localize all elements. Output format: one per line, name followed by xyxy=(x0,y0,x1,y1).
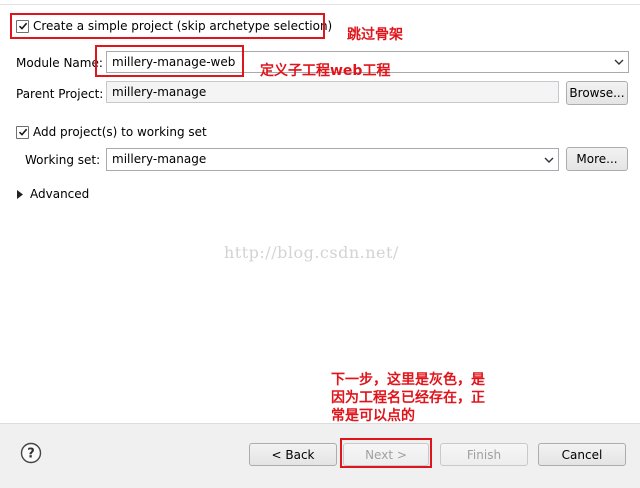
more-button[interactable]: More... xyxy=(566,147,628,171)
advanced-label: Advanced xyxy=(30,187,90,201)
annotation-define-module: 定义子工程web工程 xyxy=(260,63,391,79)
add-working-set-label: Add project(s) to working set xyxy=(33,125,207,139)
parent-project-value: millery-manage xyxy=(112,85,207,99)
expand-triangle-icon xyxy=(17,189,23,199)
help-icon[interactable]: ? xyxy=(20,442,42,464)
module-name-label: Module Name: xyxy=(16,56,103,70)
add-working-set-checkbox[interactable] xyxy=(16,125,29,139)
advanced-expander[interactable]: Advanced xyxy=(17,186,89,202)
back-button-label: < Back xyxy=(271,447,315,462)
top-separator xyxy=(0,4,640,5)
working-set-label: Working set: xyxy=(25,153,101,167)
annotation-skip-archetype: 跳过骨架 xyxy=(347,27,403,43)
annotation-next-note-1: 下一步，这里是灰色，是 xyxy=(331,372,485,388)
finish-button[interactable]: Finish xyxy=(440,443,528,466)
browse-button-label: Browse... xyxy=(569,86,625,100)
parent-project-label: Parent Project: xyxy=(16,87,104,101)
svg-text:?: ? xyxy=(27,447,35,462)
chevron-down-icon[interactable] xyxy=(542,149,556,170)
annotation-box-module-name xyxy=(95,45,244,77)
annotation-box-next xyxy=(340,438,432,468)
finish-button-label: Finish xyxy=(466,447,502,462)
working-set-combo[interactable]: millery-manage xyxy=(106,148,559,171)
watermark: http://blog.csdn.net/ xyxy=(224,243,399,262)
browse-button[interactable]: Browse... xyxy=(566,81,628,105)
annotation-box-create-simple xyxy=(10,13,325,39)
chevron-down-icon[interactable] xyxy=(612,52,626,72)
cancel-button-label: Cancel xyxy=(561,447,603,462)
parent-project-field: millery-manage xyxy=(106,81,559,103)
back-button[interactable]: < Back xyxy=(249,443,337,466)
cancel-button[interactable]: Cancel xyxy=(538,443,626,466)
more-button-label: More... xyxy=(576,152,618,166)
add-working-set-checkbox-row[interactable]: Add project(s) to working set xyxy=(16,124,207,140)
checkmark-icon xyxy=(18,128,27,136)
annotation-next-note-2: 因为工程名已经存在，正 xyxy=(331,390,485,406)
working-set-value: millery-manage xyxy=(112,152,207,166)
